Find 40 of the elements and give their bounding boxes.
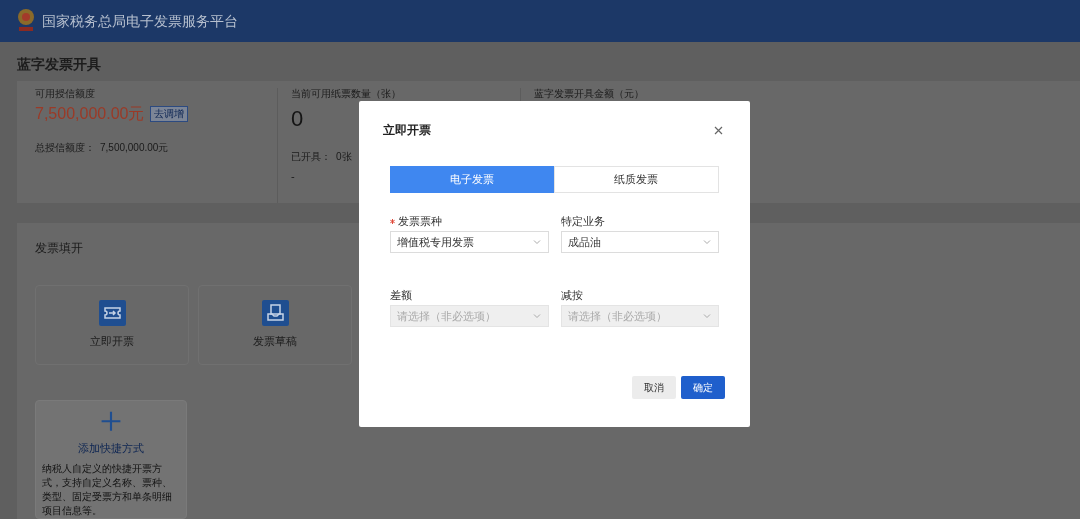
field-label: 特定业务	[560, 213, 605, 229]
tray-icon	[261, 300, 289, 327]
chevron-down-icon	[531, 311, 542, 321]
add-shortcut-tile[interactable]: 添加快捷方式 纳税人自定义的快捷开票方式，支持自定义名称、票种、类型、固定受票方和单条明细项目信息等。	[35, 400, 187, 519]
adjust-button[interactable]: 去调增	[150, 106, 189, 122]
stat-label: 当前可用纸票数量（张）	[291, 88, 401, 100]
tab[interactable]: 电子发票	[390, 166, 554, 193]
field-label: 发票票种	[398, 213, 442, 229]
detail-value: -	[291, 169, 295, 184]
stat-value: 7,500,000.00元	[35, 104, 145, 124]
stat-label: 可用授信额度	[35, 88, 95, 100]
add-label: 添加快捷方式	[78, 440, 144, 456]
cancel-button[interactable]: 取消	[632, 376, 676, 399]
select-field[interactable]: 成品油	[560, 231, 719, 253]
chevron-down-icon	[702, 311, 712, 321]
chevron-down-icon	[531, 237, 542, 247]
detail-value: 0张	[336, 150, 352, 164]
plus-icon	[99, 411, 123, 432]
select-field: 请选择（非必选项）	[390, 305, 549, 327]
page-title: 蓝字发票开具	[17, 55, 102, 74]
add-description: 纳税人自定义的快捷开票方式，支持自定义名称、票种、类型、固定受票方和单条明细项目信息等。	[42, 462, 173, 518]
ticket-icon	[98, 300, 126, 327]
select-field[interactable]: 增值税专用发票	[390, 231, 549, 253]
detail-value: 7,500,000.00元	[100, 141, 169, 155]
dialog-title: 立即开票	[383, 122, 431, 139]
tab[interactable]: 纸质发票	[553, 166, 719, 193]
section-title: 发票填开	[35, 240, 83, 257]
confirm-button[interactable]: 确定	[681, 376, 725, 399]
shortcut-tile[interactable]: 发票草稿	[198, 285, 352, 365]
stat-value: 0	[291, 105, 304, 133]
select-field: 请选择（非必选项）	[560, 305, 719, 327]
emblem-icon	[16, 8, 36, 34]
field-label: 差额	[390, 287, 412, 303]
app-title: 国家税务总局电子发票服务平台	[42, 11, 238, 31]
detail-label: 总授信额度：	[35, 141, 95, 155]
shortcut-tile[interactable]: 立即开票	[35, 285, 189, 365]
chevron-down-icon	[702, 237, 712, 247]
close-button[interactable]	[712, 124, 724, 136]
field-label: 减按	[560, 287, 583, 303]
close-icon	[713, 125, 723, 135]
